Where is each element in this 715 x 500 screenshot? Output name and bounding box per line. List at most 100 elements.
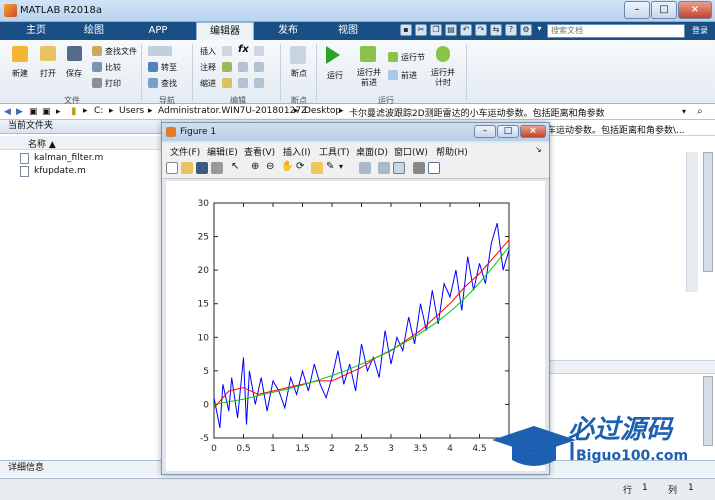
zoom-in-icon[interactable]: ⊕ [251, 162, 263, 174]
show-plot-tools-icon[interactable] [428, 162, 440, 174]
decrease-indent-icon[interactable] [254, 78, 264, 88]
menu-file[interactable]: 文件(F) [170, 145, 200, 158]
browse-folder-icon[interactable]: ▣ [42, 107, 51, 117]
tab-home[interactable]: 主页 [14, 22, 58, 40]
smart-indent-icon[interactable] [222, 78, 232, 88]
figure-minimize-button[interactable]: – [474, 125, 496, 138]
breadcrumb-users[interactable]: Users [119, 106, 144, 116]
new-figure-icon[interactable] [166, 162, 178, 174]
login-button[interactable]: 登录 [688, 24, 712, 38]
run-section-button[interactable]: 运行节 [401, 52, 425, 63]
chevron-down-icon[interactable]: ▾ [339, 162, 347, 174]
undo-icon[interactable]: ↶ [460, 24, 472, 36]
insert-button[interactable]: 插入 [200, 46, 216, 57]
copy-icon[interactable]: ❐ [430, 24, 442, 36]
advance-button[interactable]: 前进 [401, 70, 417, 81]
scrollbar[interactable] [686, 152, 698, 292]
up-folder-icon[interactable]: ▣ [29, 107, 38, 117]
new-button[interactable]: 新建 [6, 68, 34, 79]
hide-plot-tools-icon[interactable] [413, 162, 425, 174]
scrollbar[interactable] [703, 152, 713, 272]
link-plot-icon[interactable] [359, 162, 371, 174]
comment-button[interactable]: 注释 [200, 62, 216, 73]
settings-icon[interactable]: ⚙ [520, 24, 532, 36]
print-figure-icon[interactable] [211, 162, 223, 174]
breakpoints-button[interactable]: 断点 [286, 68, 312, 79]
column-header[interactable]: 名称 ▲ [0, 136, 162, 150]
cut-icon[interactable]: ✂ [415, 24, 427, 36]
goto-icon [148, 62, 158, 72]
colorbar-icon[interactable] [378, 162, 390, 174]
uncomment-icon[interactable] [254, 62, 264, 72]
figure-canvas[interactable]: 0 0.5 1 1.5 2 2.5 3 3.5 4 4.5 -5 0 5 10 15 20 25 30 [166, 181, 545, 471]
dock-arrow-icon[interactable]: ↘ [535, 145, 542, 154]
find-files-button[interactable]: 查找文件 [105, 46, 137, 57]
maximize-button[interactable]: □ [651, 1, 677, 19]
advance-icon [388, 70, 398, 80]
tab-apps[interactable]: APP [136, 22, 180, 40]
open-file-icon[interactable] [181, 162, 193, 174]
zoom-out-icon[interactable]: ⊖ [266, 162, 278, 174]
find-button[interactable]: 查找 [161, 78, 177, 89]
print-button[interactable]: 打印 [105, 78, 121, 89]
tab-publish[interactable]: 发布 [266, 22, 310, 40]
comment-percent-icon[interactable] [222, 62, 232, 72]
menu-edit[interactable]: 编辑(E) [207, 145, 238, 158]
breadcrumb-drive[interactable]: C: [94, 106, 103, 116]
pan-hand-icon[interactable]: ✋ [281, 162, 293, 174]
breadcrumb-desktop[interactable]: Desktop [304, 106, 341, 116]
list-item[interactable]: kalman_filter.m [34, 153, 103, 163]
breadcrumb-folder[interactable]: 卡尔曼滤波跟踪2D测距雷达的小车运动参数。包括距离和角参数 [349, 106, 605, 119]
minimize-button[interactable]: – [624, 1, 650, 19]
figure-maximize-button[interactable]: □ [497, 125, 519, 138]
divider [192, 44, 193, 100]
line-chart[interactable]: 0 0.5 1 1.5 2 2.5 3 3.5 4 4.5-5051015202530 [166, 181, 545, 471]
search-input[interactable]: 搜索文档 [547, 24, 685, 38]
pointer-icon[interactable]: ↖ [231, 162, 243, 174]
open-button[interactable]: 打开 [34, 68, 62, 79]
legend-icon[interactable] [393, 162, 405, 174]
figure-close-button[interactable]: × [520, 125, 546, 138]
goto-button[interactable]: 转至 [161, 62, 177, 73]
help-icon[interactable]: ? [505, 24, 517, 36]
menu-desktop[interactable]: 桌面(D) [356, 145, 388, 158]
run-time-button[interactable]: 运行并 计时 [429, 68, 457, 88]
close-button[interactable]: × [678, 1, 712, 19]
tab-view[interactable]: 视图 [326, 22, 370, 40]
forward-arrow-icon[interactable]: ▶ [16, 107, 23, 117]
back-arrow-icon[interactable]: ◀ [4, 107, 11, 117]
switch-windows-icon[interactable]: ⇆ [490, 24, 502, 36]
tab-plots[interactable]: 绘图 [72, 22, 116, 40]
chevron-right-icon: ▸ [83, 106, 88, 116]
fx-button[interactable]: fx [238, 44, 249, 55]
brush-icon[interactable]: ✎ [326, 162, 338, 174]
menu-help[interactable]: 帮助(H) [436, 145, 468, 158]
insert-menu-icon[interactable] [254, 46, 264, 56]
paste-icon[interactable]: ▤ [445, 24, 457, 36]
menu-tools[interactable]: 工具(T) [319, 145, 350, 158]
chevron-down-icon[interactable]: ▾ [535, 24, 544, 36]
menu-window[interactable]: 窗口(W) [394, 145, 428, 158]
redo-icon[interactable]: ↷ [475, 24, 487, 36]
save-icon[interactable]: ▪ [400, 24, 412, 36]
menu-insert[interactable]: 插入(I) [283, 145, 311, 158]
rotate-3d-icon[interactable]: ⟳ [296, 162, 308, 174]
run-advance-button[interactable]: 运行并 前进 [355, 68, 383, 88]
back-forward-icon[interactable] [148, 46, 172, 56]
search-icon[interactable]: ⌕ [697, 106, 703, 117]
menu-view[interactable]: 查看(V) [244, 145, 275, 158]
increase-indent-icon[interactable] [238, 78, 248, 88]
save-button[interactable]: 保存 [60, 68, 88, 79]
list-item[interactable]: kfupdate.m [34, 166, 86, 176]
wrap-comment-icon[interactable] [238, 62, 248, 72]
save-figure-icon[interactable] [196, 162, 208, 174]
compare-button[interactable]: 比较 [105, 62, 121, 73]
insert-section-icon[interactable] [222, 46, 232, 56]
column-name[interactable]: 名称 ▲ [28, 137, 56, 150]
run-button[interactable]: 运行 [322, 70, 348, 81]
indent-button[interactable]: 缩进 [200, 78, 216, 89]
breadcrumb-user[interactable]: Administrator.WIN7U-20180127Z [158, 106, 307, 116]
chevron-down-icon[interactable]: ▾ [682, 107, 686, 116]
tab-editor[interactable]: 编辑器 [196, 22, 254, 40]
data-cursor-icon[interactable] [311, 162, 323, 174]
